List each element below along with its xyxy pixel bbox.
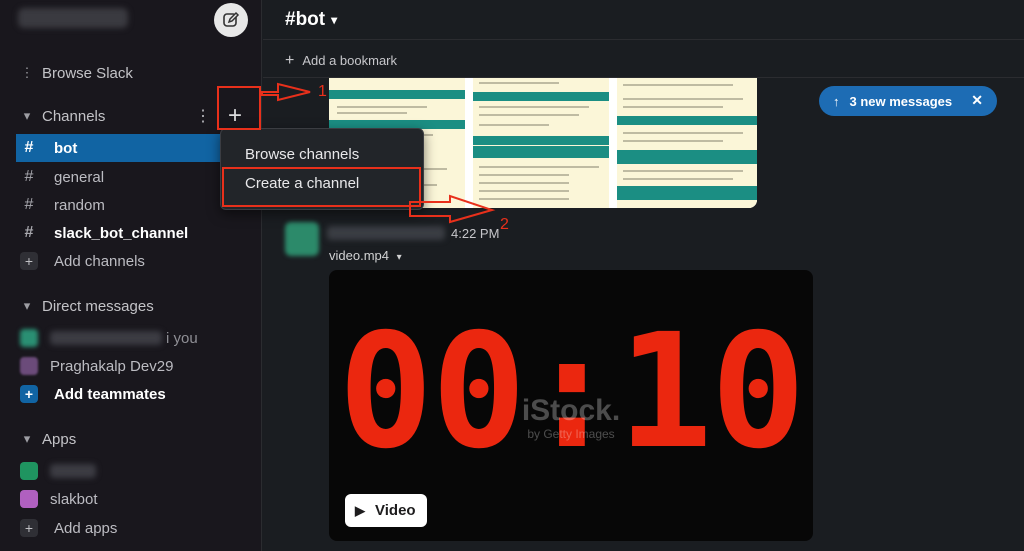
annotation-label-1: 1	[318, 83, 327, 100]
annotation-arrow-1	[261, 82, 311, 102]
annotation-label-2: 2	[500, 216, 509, 233]
annotation-arrow-2	[409, 194, 496, 224]
annotation-arrows: 1 2	[261, 82, 509, 233]
slack-app: ⋮ Browse Slack ▾ Channels ⋮ + # bot # ge…	[0, 0, 1024, 551]
